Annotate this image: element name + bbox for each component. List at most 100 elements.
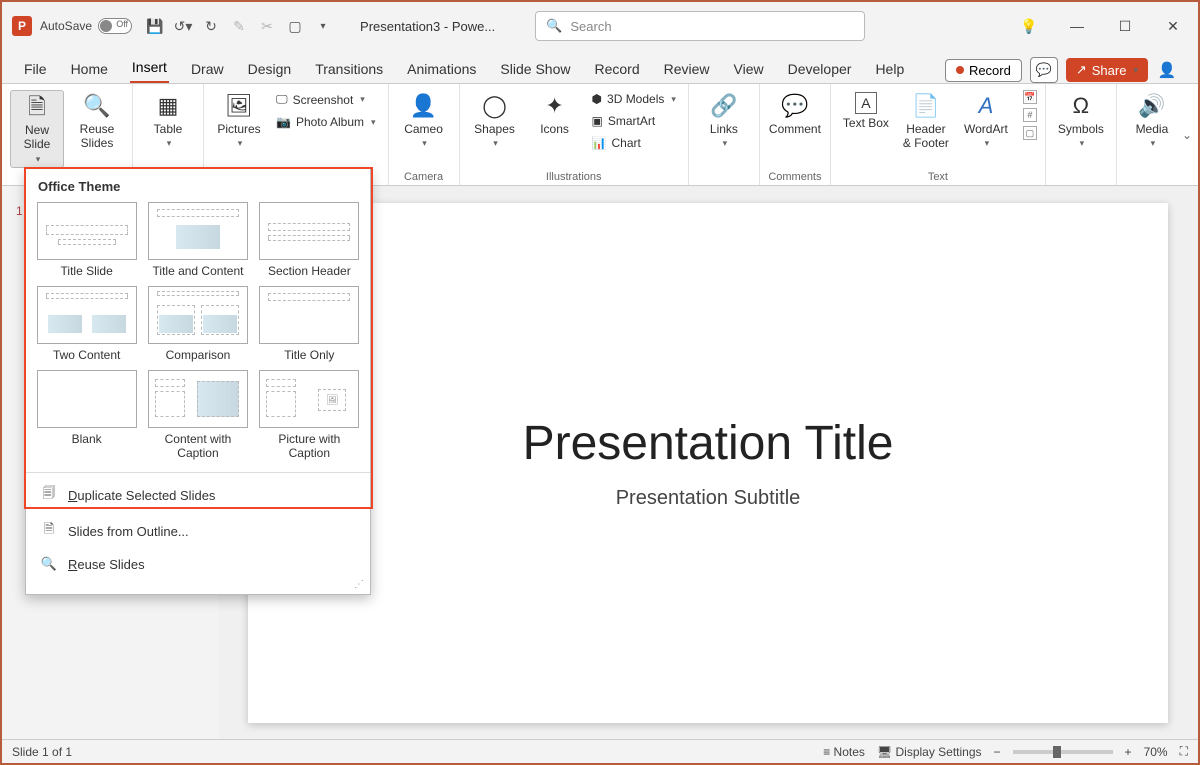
header-footer-button[interactable]: 📄 Header & Footer — [899, 90, 953, 153]
layout-section-header[interactable]: Section Header — [257, 202, 362, 278]
new-slide-button[interactable]: 🗎 New Slide▾ — [10, 90, 64, 168]
present-icon[interactable]: ▢ — [286, 17, 304, 35]
titlebar: P AutoSave Off 💾 ↺▾ ↻ ✎ ✂ ▢ ▾ Presentati… — [2, 2, 1198, 50]
shapes-icon: ◯ — [479, 92, 511, 120]
group-comments: 💬 Comment Comments — [760, 84, 831, 185]
wordart-icon: A — [970, 92, 1002, 120]
resize-grip-icon[interactable]: ⋰ — [26, 579, 370, 594]
undo-icon[interactable]: ↺▾ — [174, 17, 192, 35]
save-icon[interactable]: 💾 — [146, 17, 164, 35]
layout-title-content[interactable]: Title and Content — [145, 202, 250, 278]
zoom-in-button[interactable]: + — [1125, 745, 1132, 759]
outline-icon: 🗎 — [40, 520, 58, 542]
symbol-icon: Ω — [1065, 92, 1097, 120]
object-button[interactable]: ▢ — [1023, 126, 1037, 140]
notes-button[interactable]: ≡ Notes — [823, 745, 865, 759]
pictures-button[interactable]: 🖼 Pictures▾ — [212, 90, 266, 151]
tab-animations[interactable]: Animations — [405, 55, 478, 83]
group-illustrations: ◯ Shapes▾ ✦ Icons ⬢3D Models▾ ▣SmartArt … — [460, 84, 689, 185]
textbox-button[interactable]: A Text Box — [839, 90, 893, 132]
statusbar: Slide 1 of 1 ≡ Notes 🖥 Display Settings … — [2, 739, 1198, 763]
search-placeholder: Search — [570, 19, 611, 34]
layout-blank[interactable]: Blank — [34, 370, 139, 460]
reuse-slides-button[interactable]: 🔍 Reuse Slides — [70, 90, 124, 153]
lightbulb-icon[interactable]: 💡 — [1014, 18, 1044, 35]
layout-two-content[interactable]: Two Content — [34, 286, 139, 362]
photo-album-button[interactable]: 📷Photo Album▾ — [272, 113, 380, 131]
account-icon[interactable]: 👤 — [1156, 59, 1178, 81]
document-title: Presentation3 - Powe... — [360, 19, 495, 34]
zoom-out-button[interactable]: − — [994, 745, 1001, 759]
minimize-icon[interactable]: — — [1062, 18, 1092, 34]
qat-overflow-icon[interactable]: ▾ — [314, 17, 332, 35]
media-button[interactable]: 🔊 Media▾ — [1125, 90, 1179, 151]
cameo-button[interactable]: 👤 Cameo▾ — [397, 90, 451, 151]
zoom-slider[interactable] — [1013, 750, 1113, 754]
group-camera: 👤 Cameo▾ Camera — [389, 84, 460, 185]
slide-subtitle-placeholder[interactable]: Presentation Subtitle — [616, 487, 801, 510]
maximize-icon[interactable]: ☐ — [1110, 18, 1140, 35]
media-icon: 🔊 — [1136, 92, 1168, 120]
layout-content-caption[interactable]: Content with Caption — [145, 370, 250, 460]
autosave-control[interactable]: AutoSave Off — [40, 18, 132, 34]
tab-slideshow[interactable]: Slide Show — [498, 55, 572, 83]
links-button[interactable]: 🔗 Links▾ — [697, 90, 751, 151]
smartart-button[interactable]: ▣SmartArt — [588, 112, 680, 130]
tab-design[interactable]: Design — [246, 55, 294, 83]
search-icon: 🔍 — [546, 18, 562, 34]
close-icon[interactable]: ✕ — [1158, 18, 1188, 35]
group-links: 🔗 Links▾ — [689, 84, 760, 185]
slide-number-button[interactable]: # — [1023, 108, 1037, 122]
3dmodels-button[interactable]: ⬢3D Models▾ — [588, 90, 680, 108]
display-settings-button[interactable]: 🖥 Display Settings — [877, 745, 982, 759]
tool-icon-1[interactable]: ✎ — [230, 17, 248, 35]
tab-review[interactable]: Review — [662, 55, 712, 83]
tab-insert[interactable]: Insert — [130, 53, 169, 83]
tab-draw[interactable]: Draw — [189, 55, 226, 83]
duplicate-slides-command[interactable]: 🗐Duplicate Selected Slides — [26, 477, 370, 513]
zoom-level[interactable]: 70% — [1144, 745, 1168, 759]
autosave-toggle[interactable]: Off — [98, 18, 132, 34]
table-button[interactable]: ▦ Table▾ — [141, 90, 195, 151]
ribbon-collapse-icon[interactable]: ⌄ — [1182, 128, 1192, 142]
slide-title-placeholder[interactable]: Presentation Title — [523, 416, 894, 471]
tab-file[interactable]: File — [22, 55, 49, 83]
tab-developer[interactable]: Developer — [786, 55, 854, 83]
search-input[interactable]: 🔍 Search — [535, 11, 865, 41]
tab-view[interactable]: View — [732, 55, 766, 83]
reuse-slides-command[interactable]: 🔍Reuse Slides — [26, 549, 370, 579]
layout-title-slide[interactable]: Title Slide — [34, 202, 139, 278]
tab-home[interactable]: Home — [69, 55, 110, 83]
group-media: 🔊 Media▾ — [1117, 84, 1187, 185]
table-icon: ▦ — [152, 92, 184, 120]
photo-album-icon: 📷 — [276, 115, 291, 129]
share-icon: ↗ — [1076, 62, 1087, 78]
slides-from-outline-command[interactable]: 🗎Slides from Outline... — [26, 513, 370, 549]
icons-button[interactable]: ✦ Icons — [528, 90, 582, 138]
record-button[interactable]: Record — [945, 59, 1022, 82]
screenshot-button[interactable]: 🖵Screenshot▾ — [272, 90, 380, 109]
new-slide-dropdown: Office Theme Title Slide Title and Conte… — [25, 168, 371, 595]
chart-button[interactable]: 📊Chart — [588, 134, 680, 152]
screenshot-icon: 🖵 — [276, 92, 288, 107]
tool-icon-2[interactable]: ✂ — [258, 17, 276, 35]
wordart-button[interactable]: A WordArt▾ — [959, 90, 1013, 151]
reuse-slides-icon: 🔍 — [81, 92, 113, 120]
layout-title-only[interactable]: Title Only — [257, 286, 362, 362]
tab-transitions[interactable]: Transitions — [313, 55, 385, 83]
slide-canvas[interactable]: Presentation Title Presentation Subtitle — [248, 203, 1168, 723]
tab-help[interactable]: Help — [873, 55, 906, 83]
fit-to-window-icon[interactable]: ⛶ — [1180, 744, 1188, 759]
share-button[interactable]: ↗Share▾ — [1066, 58, 1148, 82]
smartart-icon: ▣ — [592, 114, 603, 128]
comment-button[interactable]: 💬 Comment — [768, 90, 822, 138]
comments-pane-icon[interactable]: 💬 — [1030, 57, 1058, 83]
group-symbols: Ω Symbols▾ — [1046, 84, 1117, 185]
layout-picture-caption[interactable]: 🖼 Picture with Caption — [257, 370, 362, 460]
shapes-button[interactable]: ◯ Shapes▾ — [468, 90, 522, 151]
layout-comparison[interactable]: Comparison — [145, 286, 250, 362]
symbols-button[interactable]: Ω Symbols▾ — [1054, 90, 1108, 151]
date-time-button[interactable]: 📅 — [1023, 90, 1037, 104]
tab-record[interactable]: Record — [592, 55, 641, 83]
redo-icon[interactable]: ↻ — [202, 17, 220, 35]
